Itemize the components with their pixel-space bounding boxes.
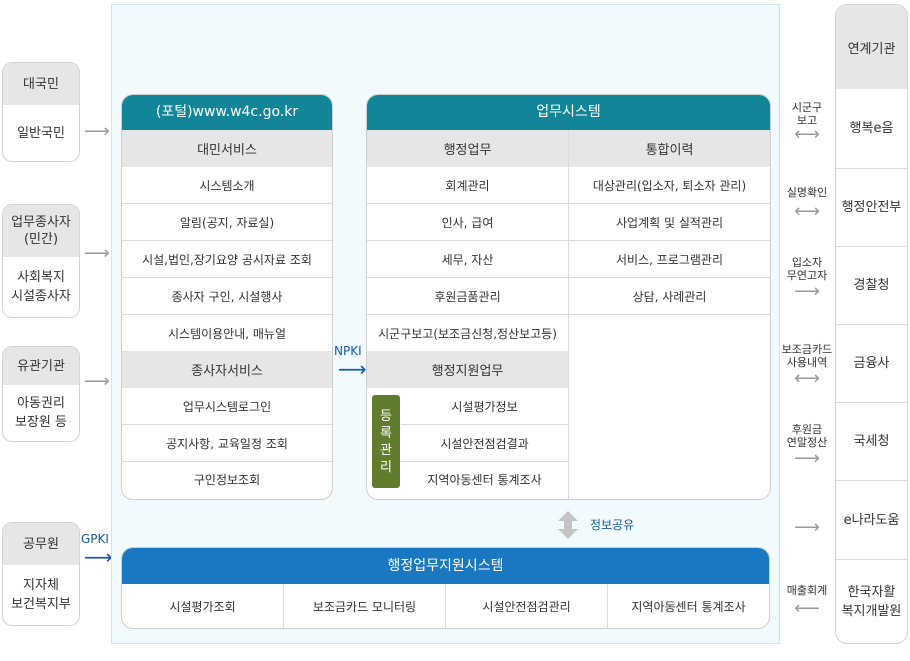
admin-support-item: 지역아동센터 통계조사: [631, 600, 746, 614]
portal-item: 알림(공지, 자료실): [122, 204, 332, 241]
portal-item: 업무시스템로그인: [122, 388, 332, 425]
history-item: 서비스, 프로그램관리: [569, 241, 770, 278]
user-group-desc: 지자체 보건복지부: [11, 578, 71, 612]
portal-item: 시스템소개: [122, 167, 332, 204]
link-arrow-icon: ⟶: [794, 448, 820, 469]
history-item: 상담, 사례관리: [569, 278, 770, 315]
admin-support-header: 행정지원업무: [367, 351, 568, 388]
npki-label: NPKI: [334, 344, 362, 358]
agency-item: 국세청: [836, 403, 907, 481]
admin-item: 인사, 급여: [367, 204, 568, 241]
work-system-title: 업무시스템: [367, 95, 770, 130]
right-arrow-icon: ⟶: [84, 243, 110, 264]
admin-support-item: 보조금카드 모니터링: [284, 584, 446, 628]
support-item: 지역아동센터 통계조사: [427, 473, 542, 487]
user-group-title: 유관기관: [3, 347, 79, 385]
portal-title: (포털)www.w4c.go.kr: [122, 95, 332, 130]
user-group-desc: 일반국민: [17, 125, 65, 141]
agency-item: e나라도움: [836, 481, 907, 560]
registration-badge: 등 록 관 리: [372, 395, 400, 488]
admin-item: 세무, 자산: [367, 241, 568, 278]
portal-item: 시스템이용안내, 매뉴얼: [167, 326, 287, 341]
link-label: 입소자 무연고자: [786, 256, 828, 282]
admin-work-header: 행정업무: [367, 130, 568, 167]
up-down-arrow-icon: [558, 511, 578, 539]
link-arrow-icon: ⟶: [794, 517, 820, 538]
worker-service-header: 종사자서비스: [122, 351, 332, 388]
gpki-arrow-icon: ⟶: [84, 545, 113, 569]
link-label: 실명확인: [786, 186, 828, 199]
agency-item: 행정안전부: [836, 169, 907, 247]
work-system-panel: 업무시스템 행정업무 회계관리 인사, 급여 세무, 자산 후원금품관리 시군구…: [366, 94, 771, 500]
admin-item: 시군구보고(보조금신청,정산보고등): [378, 326, 557, 341]
link-label: 후원금 연말정산: [786, 423, 828, 449]
support-item: 시설평가정보: [401, 388, 568, 425]
admin-support-system-title: 행정업무지원시스템: [122, 548, 769, 584]
right-arrow-icon: ⟶: [84, 371, 110, 392]
link-label: 매출회계: [786, 584, 828, 597]
history-item: 사업계획 및 실적관리: [569, 204, 770, 241]
portal-item: 시설,법인,장기요양 공시자료 조회: [122, 241, 332, 278]
history-item: 대상관리(입소자, 퇴소자 관리): [569, 167, 770, 204]
portal-item: 공지사항, 교육일정 조회: [122, 425, 332, 462]
support-item: 시설안전점검결과: [401, 425, 568, 462]
user-group-desc: 아동권리 보장원 등: [15, 396, 67, 430]
link-label: 보조금카드 사용내역: [781, 343, 833, 369]
link-arrow-icon: ⟷: [794, 201, 820, 222]
user-group-title: 업무종사자 (민간): [3, 205, 79, 257]
npki-arrow-icon: ⟶: [338, 357, 367, 381]
user-group-official: 공무원 지자체 보건복지부: [2, 522, 80, 626]
user-group-related-agency: 유관기관 아동권리 보장원 등: [2, 346, 80, 442]
admin-item: 회계관리: [367, 167, 568, 204]
link-arrow-icon: ⟶: [794, 281, 820, 302]
user-group-title: 대국민: [3, 63, 79, 105]
agency-item: 행복e음: [836, 89, 907, 169]
info-share-label: 정보공유: [590, 518, 635, 532]
user-group-title: 공무원: [3, 523, 79, 565]
portal-item: 구인정보조회: [193, 473, 261, 487]
partner-agencies-title: 연계기관: [836, 5, 907, 89]
user-group-desc: 사회복지 시설종사자: [11, 270, 71, 304]
agency-item: 경찰청: [836, 247, 907, 325]
link-arrow-icon: ⟷: [794, 124, 820, 145]
history-header: 통합이력: [569, 130, 770, 167]
portal-panel: (포털)www.w4c.go.kr 대민서비스 시스템소개 알림(공지, 자료실…: [121, 94, 333, 500]
partner-agencies-column: 연계기관 행복e음 행정안전부 경찰청 금융사 국세청 e나라도움 한국자활 복…: [835, 4, 908, 644]
link-arrow-icon: ⟵: [794, 598, 820, 619]
agency-item: 한국자활 복지개발원: [841, 584, 902, 619]
link-arrow-icon: ⟷: [794, 368, 820, 389]
user-group-citizen: 대국민 일반국민: [2, 62, 80, 162]
citizen-service-header: 대민서비스: [122, 130, 332, 167]
gpki-label: GPKI: [81, 532, 109, 546]
admin-support-item: 시설평가조회: [122, 584, 284, 628]
agency-item: 금융사: [836, 325, 907, 403]
admin-item: 후원금품관리: [367, 278, 568, 315]
user-group-worker: 업무종사자 (민간) 사회복지 시설종사자: [2, 204, 80, 318]
portal-item: 종사자 구인, 시설행사: [122, 278, 332, 315]
right-arrow-icon: ⟶: [84, 121, 110, 142]
admin-support-system-panel: 행정업무지원시스템 시설평가조회 보조금카드 모니터링 시설안전점검관리 지역아…: [121, 547, 770, 629]
admin-support-item: 시설안전점검관리: [446, 584, 608, 628]
